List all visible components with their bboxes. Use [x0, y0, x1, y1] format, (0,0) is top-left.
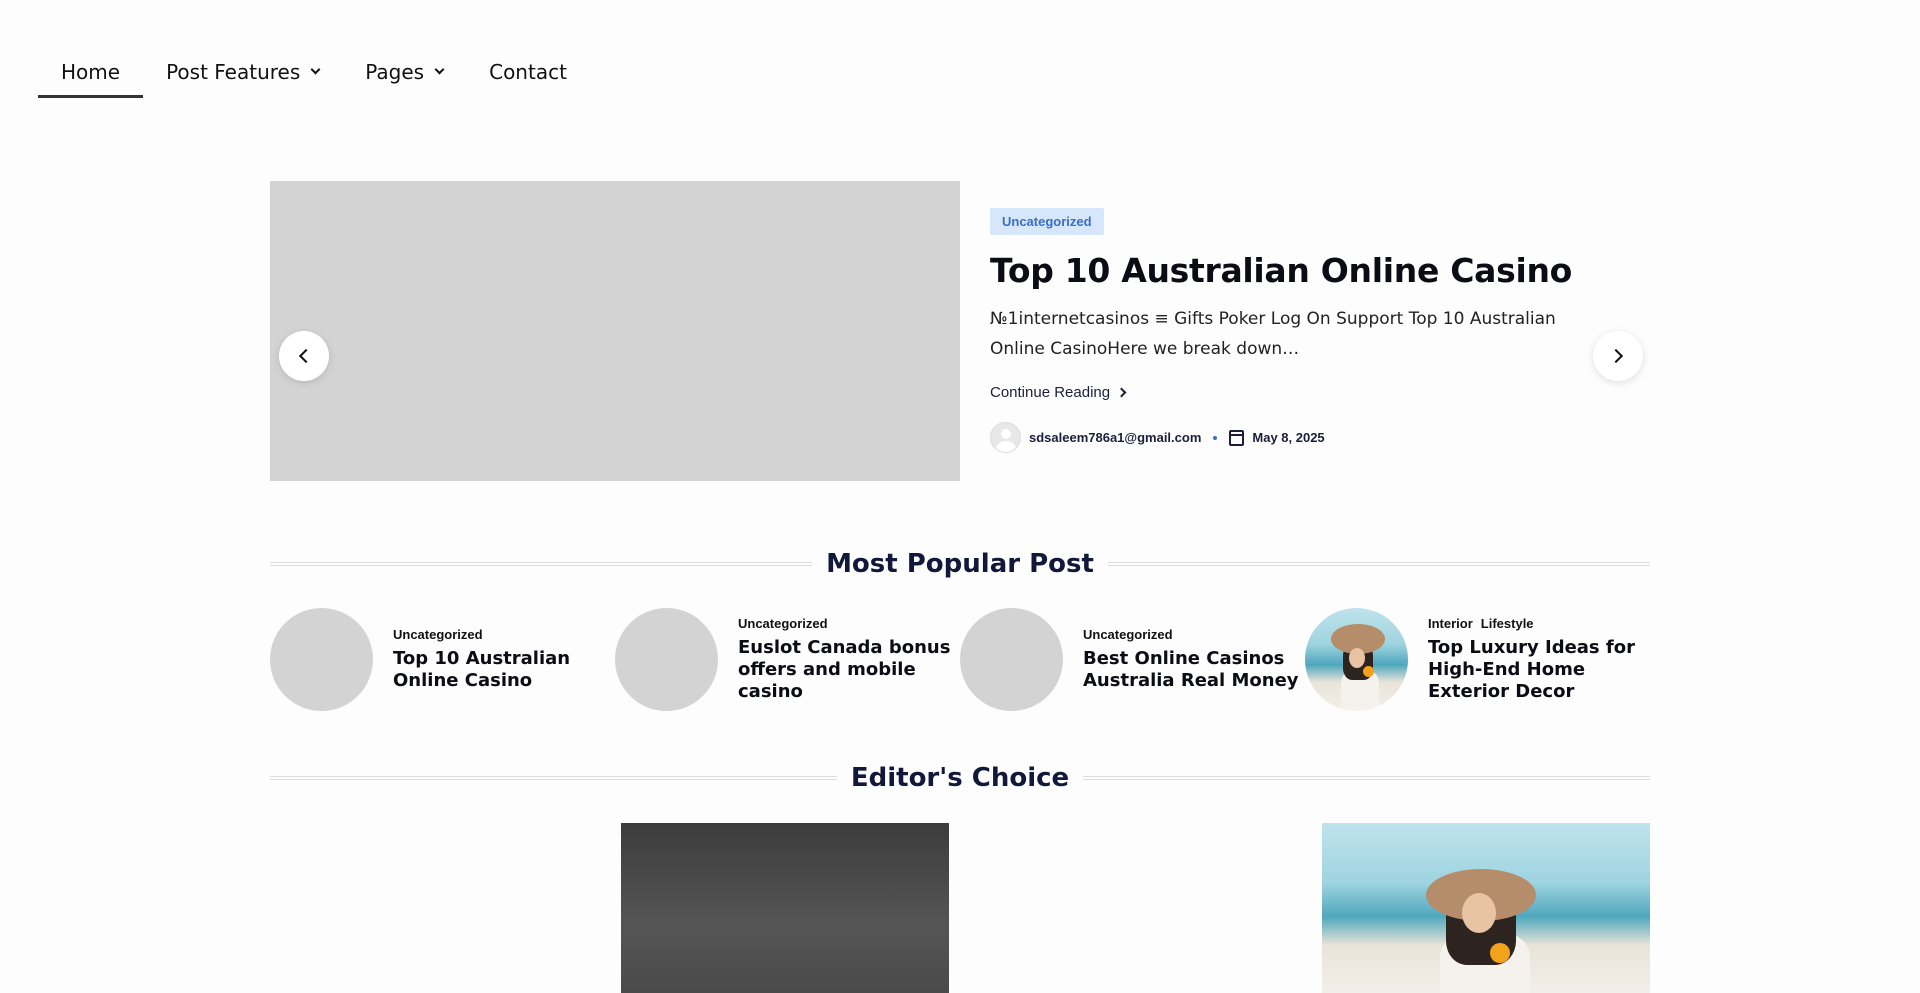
post-meta: sdsaleem786a1@gmail.com May 8, 2025 — [990, 422, 1610, 453]
post-title[interactable]: Top 10 Australian Online Casino — [393, 648, 613, 692]
popular-section-heading: Most Popular Post — [270, 549, 1651, 579]
avatar[interactable] — [990, 422, 1021, 453]
editor-card-image[interactable] — [1322, 823, 1650, 993]
meta-separator — [1213, 435, 1218, 440]
category-badge[interactable]: Uncategorized — [990, 208, 1104, 235]
list-item[interactable]: Uncategorized Top 10 Australian Online C… — [270, 608, 615, 711]
nav-contact[interactable]: Contact — [466, 52, 590, 92]
nav-home[interactable]: Home — [38, 52, 144, 98]
nav-post-features-label: Post Features — [166, 60, 301, 84]
list-item[interactable]: Interior Lifestyle Top Luxury Ideas for H… — [1305, 608, 1650, 711]
editors-heading: Editor's Choice — [850, 763, 1070, 793]
list-item[interactable]: Uncategorized Euslot Canada bonus offers… — [615, 608, 960, 711]
chevron-down-icon — [310, 64, 321, 75]
post-thumbnail[interactable] — [270, 608, 373, 711]
post-category: Uncategorized — [393, 627, 613, 642]
category-link[interactable]: Uncategorized — [1083, 627, 1173, 642]
hero-slider: Uncategorized Top 10 Australian Online C… — [270, 181, 1650, 481]
hero-excerpt: №1internetcasinos ≡ Gifts Poker Log On S… — [990, 309, 1556, 359]
post-category: Uncategorized — [738, 616, 958, 631]
chevron-right-icon — [1608, 348, 1624, 364]
post-category: Interior Lifestyle — [1428, 616, 1648, 631]
main-nav: Home Post Features Pages Contact — [38, 52, 590, 98]
post-thumbnail[interactable] — [615, 608, 718, 711]
slider-prev-button[interactable] — [279, 331, 329, 381]
continue-reading-label: Continue Reading — [990, 384, 1111, 401]
popular-posts-list: Uncategorized Top 10 Australian Online C… — [270, 608, 1650, 711]
slider-next-button[interactable] — [1593, 331, 1643, 381]
divider — [270, 562, 813, 566]
editor-card-image[interactable] — [621, 823, 949, 993]
post-title[interactable]: Euslot Canada bonus offers and mobile ca… — [738, 637, 958, 703]
divider — [1107, 562, 1651, 566]
nav-pages-label: Pages — [365, 60, 425, 84]
editors-choice-grid — [270, 823, 1650, 993]
divider — [1083, 776, 1651, 780]
chevron-down-icon — [434, 64, 445, 75]
calendar-icon — [1229, 429, 1245, 446]
category-link[interactable]: Lifestyle — [1481, 616, 1534, 631]
hero-image-placeholder[interactable] — [270, 181, 960, 481]
hero-content: Uncategorized Top 10 Australian Online C… — [990, 208, 1610, 453]
editors-section-heading: Editor's Choice — [270, 763, 1651, 793]
chevron-right-icon — [1116, 387, 1127, 398]
author-name[interactable]: sdsaleem786a1@gmail.com — [1029, 430, 1201, 445]
chevron-left-icon — [298, 348, 314, 364]
popular-heading: Most Popular Post — [826, 549, 1094, 579]
nav-post-features[interactable]: Post Features — [143, 52, 342, 92]
continue-reading-link[interactable]: Continue Reading — [990, 384, 1127, 401]
nav-contact-label: Contact — [489, 60, 567, 84]
post-thumbnail[interactable] — [960, 608, 1063, 711]
list-item[interactable]: Uncategorized Best Online Casinos Austra… — [960, 608, 1305, 711]
nav-pages[interactable]: Pages — [342, 52, 466, 92]
category-link[interactable]: Uncategorized — [738, 616, 828, 631]
post-title[interactable]: Best Online Casinos Australia Real Money — [1083, 648, 1303, 692]
category-link[interactable]: Uncategorized — [393, 627, 483, 642]
post-date: May 8, 2025 — [1252, 430, 1325, 445]
post-title[interactable]: Top Luxury Ideas for High-End Home Exter… — [1428, 637, 1648, 703]
divider — [270, 776, 837, 780]
category-link[interactable]: Interior — [1428, 616, 1473, 631]
nav-home-label: Home — [61, 60, 121, 84]
post-thumbnail[interactable] — [1305, 608, 1408, 711]
post-category: Uncategorized — [1083, 627, 1303, 642]
hero-title[interactable]: Top 10 Australian Online Casino — [990, 251, 1610, 290]
